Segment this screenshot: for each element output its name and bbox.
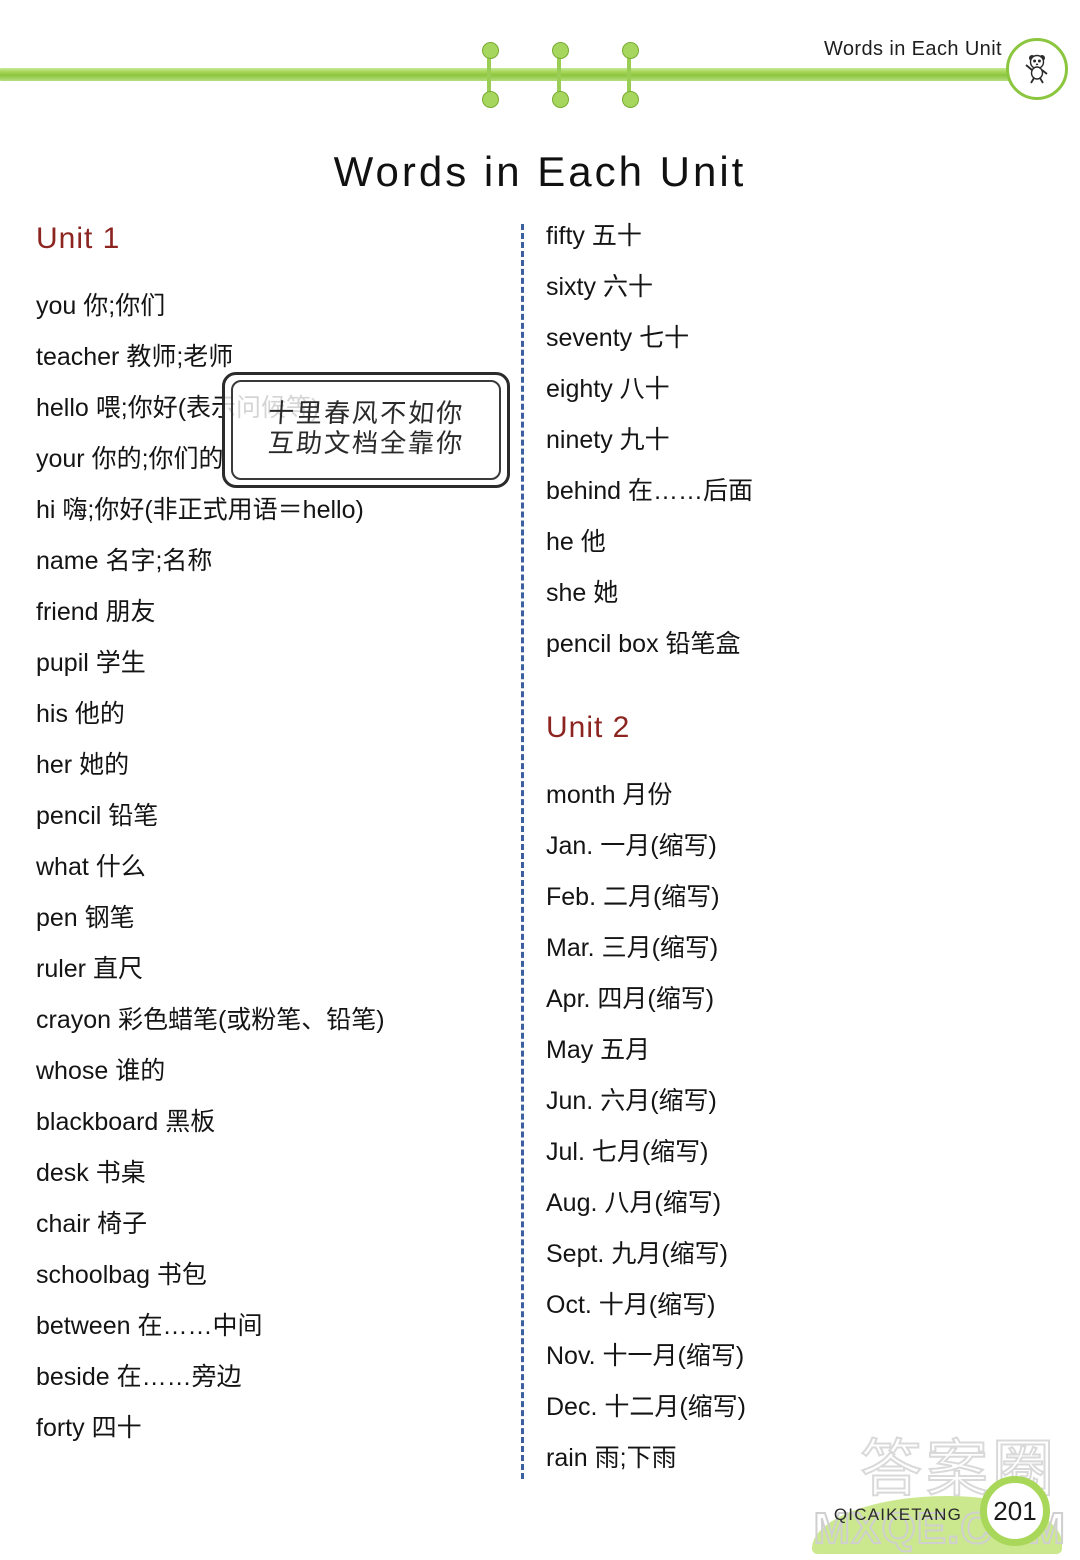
- word-entry: pencil box 铅笔盒: [546, 630, 741, 658]
- header-pin-decoration: [552, 42, 569, 108]
- word-entry: Nov. 十一月(缩写): [546, 1342, 745, 1370]
- word-entry: he 他: [546, 528, 606, 556]
- word-entry: month 月份: [546, 781, 673, 809]
- word-entry: fifty 五十: [546, 222, 642, 250]
- word-entry: schoolbag 书包: [36, 1261, 207, 1289]
- page-footer: 答案圈 MXQE.COM QICAIKETANG 201: [0, 1431, 1080, 1560]
- word-entry: she 她: [546, 579, 619, 607]
- word-entry: beside 在……旁边: [36, 1363, 242, 1391]
- word-entry: his 他的: [36, 700, 125, 728]
- header-rule: [0, 68, 1020, 81]
- word-list-columns: Unit 1 you 你;你们 teacher 教师;老师 hello 喂;你好…: [0, 224, 1080, 1484]
- stamp-line-1: 十里春风不如你: [267, 399, 466, 430]
- word-entry: between 在……中间: [36, 1312, 263, 1340]
- running-head: Words in Each Unit: [823, 38, 1002, 60]
- panda-mascot-icon: [1006, 38, 1068, 100]
- header-pin-decoration: [482, 42, 499, 108]
- word-entry: seventy 七十: [546, 324, 690, 352]
- word-entry: Sept. 九月(缩写): [546, 1240, 728, 1268]
- stamp-line-2: 互助文档全靠你: [267, 429, 466, 459]
- page-title: Words in Each Unit: [333, 148, 747, 195]
- page-header: Words in Each Unit: [0, 0, 1080, 120]
- word-entry: desk 书桌: [36, 1159, 146, 1187]
- word-entry: Feb. 二月(缩写): [546, 883, 720, 911]
- word-entry: chair 椅子: [36, 1210, 148, 1238]
- unit-heading-2: Unit 2: [546, 711, 631, 744]
- word-entry: blackboard 黑板: [36, 1108, 216, 1136]
- word-entry: her 她的: [36, 751, 130, 779]
- word-entry: name 名字;名称: [36, 547, 213, 575]
- word-entry: sixty 六十: [546, 273, 653, 301]
- word-entry: you 你;你们: [36, 292, 166, 320]
- word-entry: forty 四十: [36, 1414, 142, 1442]
- word-entry: friend 朋友: [36, 598, 156, 626]
- word-entry: Jan. 一月(缩写): [546, 832, 717, 860]
- word-entry: crayon 彩色蜡笔(或粉笔、铅笔): [36, 1006, 385, 1034]
- word-entry: Jun. 六月(缩写): [546, 1087, 717, 1115]
- word-entry: whose 谁的: [36, 1057, 166, 1085]
- header-pin-decoration: [622, 42, 639, 108]
- word-entry: Mar. 三月(缩写): [546, 934, 719, 962]
- word-entry: pencil 铅笔: [36, 802, 159, 830]
- right-column: fifty 五十 sixty 六十 seventy 七十 eighty 八十 n…: [546, 224, 1016, 1497]
- word-entry: teacher 教师;老师: [36, 343, 234, 371]
- word-entry: what 什么: [36, 853, 146, 881]
- word-entry: May 五月: [546, 1036, 651, 1064]
- word-entry: ruler 直尺: [36, 955, 143, 983]
- word-entry: behind 在……后面: [546, 477, 754, 505]
- word-entry: Oct. 十月(缩写): [546, 1291, 716, 1319]
- word-entry: Jul. 七月(缩写): [546, 1138, 709, 1166]
- page-number: 201: [980, 1476, 1050, 1546]
- word-entry: Aug. 八月(缩写): [546, 1189, 722, 1217]
- word-entry: Apr. 四月(缩写): [546, 985, 715, 1013]
- word-entry: eighty 八十: [546, 375, 670, 403]
- word-entry: hi 嗨;你好(非正式用语＝hello): [36, 496, 364, 524]
- word-entry: ninety 九十: [546, 426, 670, 454]
- stamp-watermark: 十里春风不如你 互助文档全靠你: [222, 372, 510, 488]
- word-entry: Dec. 十二月(缩写): [546, 1393, 747, 1421]
- unit-heading-1: Unit 1: [36, 222, 121, 255]
- publisher-brand: QICAIKETANG: [833, 1505, 962, 1524]
- column-divider: [521, 224, 524, 1479]
- word-entry: pen 钢笔: [36, 904, 135, 932]
- word-entry: pupil 学生: [36, 649, 146, 677]
